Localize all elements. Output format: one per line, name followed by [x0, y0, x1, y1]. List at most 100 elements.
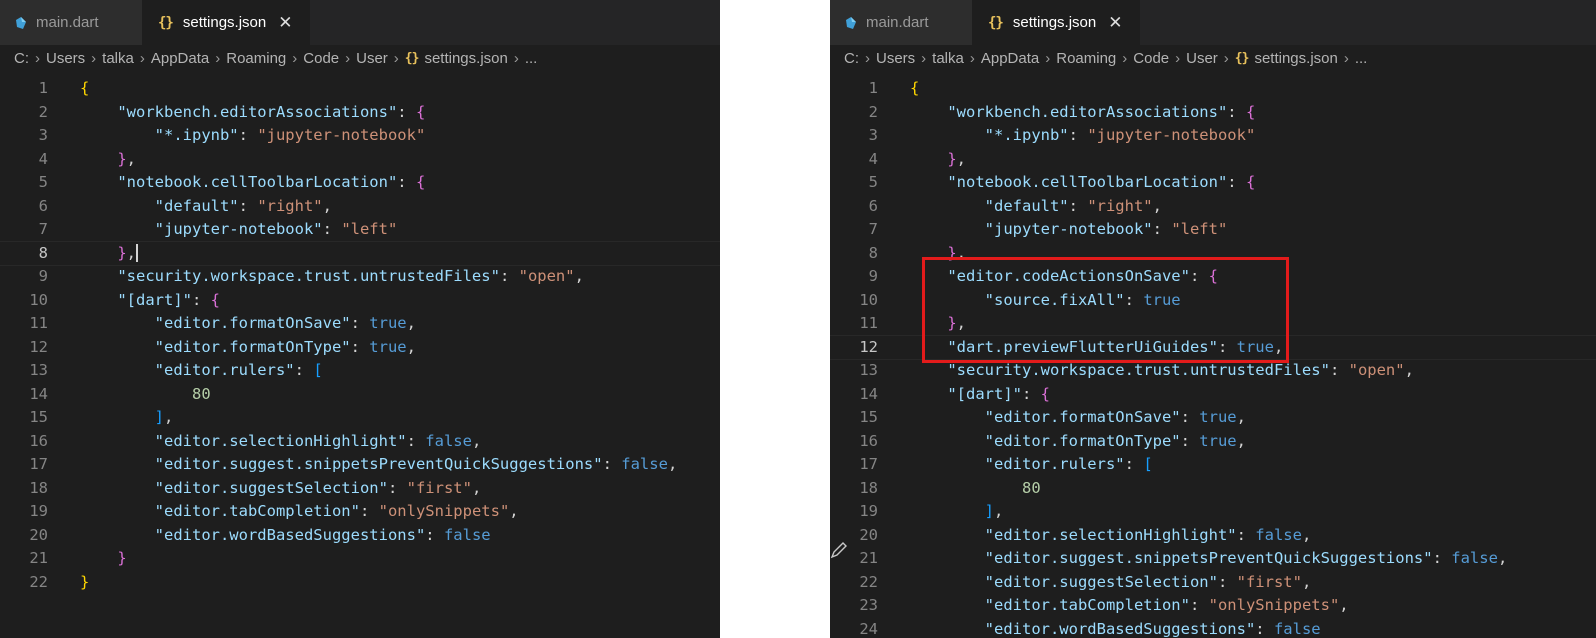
code-line[interactable]: 1{ — [0, 77, 720, 101]
code-token: "open" — [518, 267, 575, 285]
code-line[interactable]: 20 "editor.selectionHighlight": false, — [830, 524, 1596, 548]
code-line[interactable]: 4 }, — [830, 148, 1596, 172]
breadcrumb-item[interactable]: Roaming — [226, 50, 286, 67]
code-token: "onlySnippets" — [1208, 596, 1340, 614]
code-line[interactable]: 14 "[dart]": { — [830, 383, 1596, 407]
code-line[interactable]: 4 }, — [0, 148, 720, 172]
code-line[interactable]: 2 "workbench.editorAssociations": { — [830, 101, 1596, 125]
breadcrumb-item[interactable]: C: — [844, 50, 859, 67]
chevron-right-icon: › — [215, 49, 221, 67]
code-line[interactable]: 9 "security.workspace.trust.untrustedFil… — [0, 265, 720, 289]
code-token: : — [322, 220, 342, 238]
code-line[interactable]: 22 "editor.suggestSelection": "first", — [830, 571, 1596, 595]
code-token: : — [1227, 173, 1246, 191]
pencil-icon[interactable] — [830, 541, 848, 559]
code-line[interactable]: 1{ — [830, 77, 1596, 101]
breadcrumb-item[interactable]: settings.json — [1254, 50, 1337, 67]
code-line[interactable]: 22} — [0, 571, 720, 595]
line-number: 13 — [29, 361, 48, 379]
code-line[interactable]: 12 "editor.formatOnType": true, — [0, 336, 720, 360]
line-text: ], — [910, 500, 1004, 524]
code-line[interactable]: 7 "jupyter-notebook": "left" — [0, 218, 720, 242]
code-line[interactable]: 3 "*.ipynb": "jupyter-notebook" — [830, 124, 1596, 148]
breadcrumb-item[interactable]: ... — [1355, 50, 1368, 67]
tab-settings-json[interactable]: {} settings.json ✕ — [142, 0, 310, 45]
code-token: "editor.suggestSelection" — [910, 572, 1218, 591]
line-text: "*.ipynb": "jupyter-notebook" — [80, 124, 426, 148]
code-line[interactable]: 21 } — [0, 547, 720, 571]
breadcrumb-item[interactable]: Users — [876, 50, 915, 67]
code-line[interactable]: 17 "editor.rulers": [ — [830, 453, 1596, 477]
code-line[interactable]: 15 "editor.formatOnSave": true, — [830, 406, 1596, 430]
code-token: , — [1497, 549, 1508, 567]
code-line[interactable]: 6 "default": "right", — [0, 195, 720, 219]
code-line[interactable]: 3 "*.ipynb": "jupyter-notebook" — [0, 124, 720, 148]
code-line[interactable]: 13 "editor.rulers": [ — [0, 359, 720, 383]
line-number: 5 — [868, 173, 878, 191]
close-icon[interactable]: ✕ — [278, 13, 292, 33]
code-line[interactable]: 18 "editor.suggestSelection": "first", — [0, 477, 720, 501]
tab-main-dart[interactable]: main.dart — [0, 0, 142, 45]
line-text: "jupyter-notebook": "left" — [80, 218, 398, 242]
breadcrumb-item[interactable]: Roaming — [1056, 50, 1116, 67]
code-line[interactable]: 14 80 — [0, 383, 720, 407]
code-token: , — [1236, 408, 1246, 426]
code-line[interactable]: 5 "notebook.cellToolbarLocation": { — [0, 171, 720, 195]
code-token: , — [322, 196, 332, 215]
code-token: : — [1329, 361, 1349, 379]
code-line[interactable]: 11 "editor.formatOnSave": true, — [0, 312, 720, 336]
breadcrumb-item[interactable]: User — [1186, 50, 1218, 67]
code-token: : — [1180, 431, 1200, 450]
code-line[interactable]: 20 "editor.wordBasedSuggestions": false — [0, 524, 720, 548]
code-token: "first" — [1236, 572, 1302, 591]
tab-main-dart[interactable]: main.dart — [830, 0, 972, 45]
breadcrumb-item[interactable]: AppData — [151, 50, 209, 67]
breadcrumb-item[interactable]: Users — [46, 50, 85, 67]
code-line[interactable]: 24 "editor.wordBasedSuggestions": false — [830, 618, 1596, 638]
code-line[interactable]: 21 "editor.suggest.snippetsPreventQuickS… — [830, 547, 1596, 571]
code-token: true — [1199, 431, 1237, 450]
chevron-right-icon: › — [513, 49, 519, 67]
breadcrumb-item[interactable]: Code — [1133, 50, 1169, 67]
code-token: "editor.rulers" — [80, 361, 295, 379]
code-line[interactable]: 7 "jupyter-notebook": "left" — [830, 218, 1596, 242]
breadcrumb-item[interactable]: Code — [303, 50, 339, 67]
code-area[interactable]: 1{2 "workbench.editorAssociations": {3 "… — [0, 77, 720, 594]
breadcrumb-item[interactable]: AppData — [981, 50, 1039, 67]
code-line[interactable]: 15 ], — [0, 406, 720, 430]
line-text: "editor.formatOnSave": true, — [910, 406, 1246, 430]
code-line[interactable]: 16 "editor.formatOnType": true, — [830, 430, 1596, 454]
tab-settings-json[interactable]: {} settings.json ✕ — [972, 0, 1140, 45]
breadcrumb-item[interactable]: User — [356, 50, 388, 67]
code-line[interactable]: 8 }, — [0, 240, 720, 266]
code-line[interactable]: 5 "notebook.cellToolbarLocation": { — [830, 171, 1596, 195]
line-text: "[dart]": { — [80, 289, 220, 313]
code-token: "editor.selectionHighlight" — [910, 525, 1237, 544]
breadcrumb-item[interactable]: settings.json — [424, 50, 507, 67]
code-line[interactable]: 16 "editor.selectionHighlight": false, — [0, 430, 720, 454]
code-line[interactable]: 17 "editor.suggest.snippetsPreventQuickS… — [0, 453, 720, 477]
line-number: 4 — [868, 149, 878, 168]
code-line[interactable]: 23 "editor.tabCompletion": "onlySnippets… — [830, 594, 1596, 618]
breadcrumb-item[interactable]: talka — [932, 50, 964, 67]
line-number: 2 — [868, 102, 878, 121]
code-line[interactable]: 18 80 — [830, 477, 1596, 501]
line-number: 17 — [29, 455, 48, 473]
code-line[interactable]: 2 "workbench.editorAssociations": { — [0, 101, 720, 125]
code-line[interactable]: 19 "editor.tabCompletion": "onlySnippets… — [0, 500, 720, 524]
code-token: { — [210, 290, 220, 309]
code-token: { — [415, 173, 426, 191]
code-token: "editor.suggestSelection" — [80, 478, 388, 497]
code-line[interactable]: 10 "[dart]": { — [0, 289, 720, 313]
breadcrumb-item[interactable]: talka — [102, 50, 134, 67]
line-text: }, — [80, 242, 139, 266]
breadcrumb-item[interactable]: C: — [14, 50, 29, 67]
code-line[interactable]: 19 ], — [830, 500, 1596, 524]
line-text: "editor.formatOnSave": true, — [80, 312, 416, 336]
code-token: "editor.rulers" — [910, 455, 1125, 473]
code-token: } — [910, 149, 957, 168]
close-icon[interactable]: ✕ — [1108, 13, 1122, 33]
breadcrumb-item[interactable]: ... — [525, 50, 538, 67]
code-token: ] — [80, 408, 164, 426]
code-line[interactable]: 6 "default": "right", — [830, 195, 1596, 219]
